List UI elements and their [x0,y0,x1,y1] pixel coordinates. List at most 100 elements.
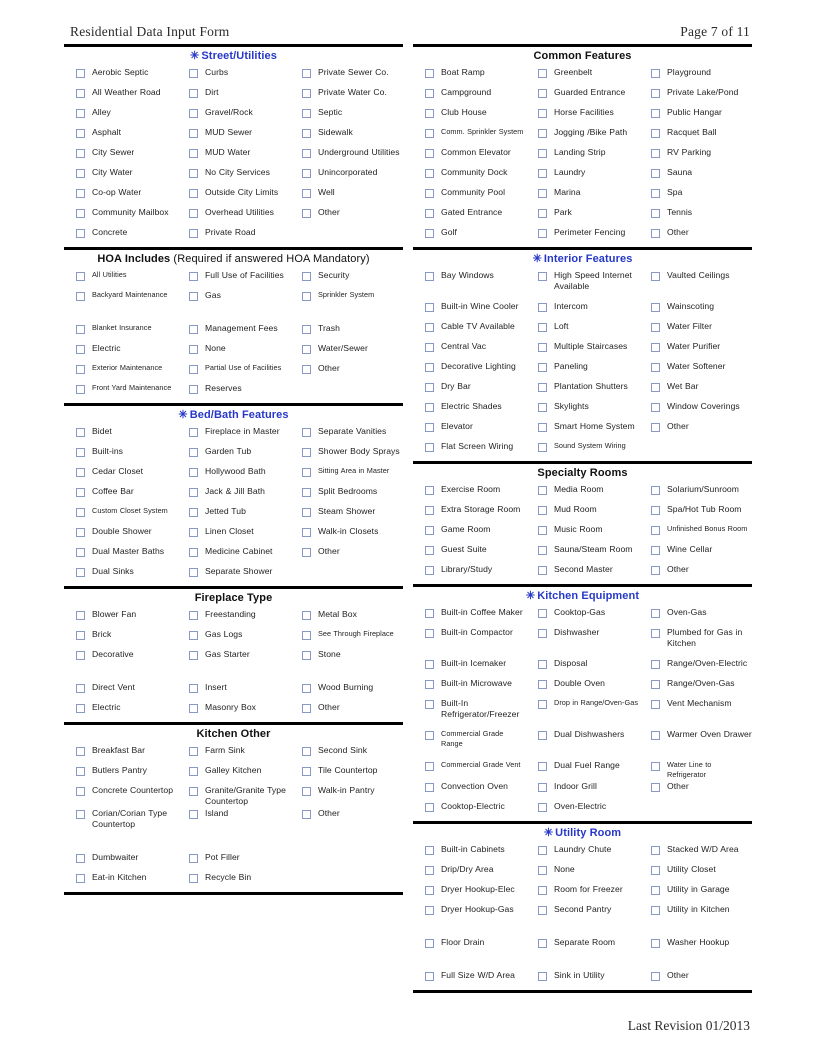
checkbox-icon[interactable] [76,787,85,796]
checkbox-item-guarded-entrance[interactable]: Guarded Entrance [526,85,639,105]
checkbox-item-perimeter-fencing[interactable]: Perimeter Fencing [526,225,639,245]
checkbox-item-washer-hookup[interactable]: Washer Hookup [639,935,752,955]
checkbox-icon[interactable] [651,506,660,515]
checkbox-item-sprinkler-system[interactable]: Sprinkler System [290,288,403,308]
checkbox-icon[interactable] [538,846,547,856]
checkbox-icon[interactable] [302,810,311,820]
checkbox-icon[interactable] [651,846,660,856]
checkbox-icon[interactable] [538,680,547,689]
checkbox-icon[interactable] [189,365,198,374]
checkbox-item-metal-box[interactable]: Metal Box [290,607,403,627]
checkbox-item-other[interactable]: Other [639,779,752,799]
checkbox-icon[interactable] [302,325,311,334]
checkbox-item-gated-entrance[interactable]: Gated Entrance [413,205,526,225]
checkbox-icon[interactable] [76,345,85,354]
checkbox-icon[interactable] [425,423,434,432]
checkbox-item-full-size-w-d-area[interactable]: Full Size W/D Area [413,968,526,988]
checkbox-icon[interactable] [76,428,85,437]
checkbox-icon[interactable] [76,704,85,713]
checkbox-item-other[interactable]: Other [290,700,403,720]
checkbox-icon[interactable] [538,69,547,78]
checkbox-icon[interactable] [425,506,434,515]
checkbox-icon[interactable] [651,303,660,312]
checkbox-item-range-oven-gas[interactable]: Range/Oven-Gas [639,676,752,696]
checkbox-icon[interactable] [189,810,198,820]
checkbox-icon[interactable] [425,486,434,495]
checkbox-icon[interactable] [76,854,85,864]
checkbox-icon[interactable] [538,486,547,495]
checkbox-item-underground-utilities[interactable]: Underground Utilities [290,145,403,165]
checkbox-item-eat-in-kitchen[interactable]: Eat-in Kitchen [64,870,177,890]
checkbox-item-recycle-bin[interactable]: Recycle Bin [177,870,290,890]
checkbox-item-asphalt[interactable]: Asphalt [64,125,177,145]
checkbox-item-electric[interactable]: Electric [64,700,177,720]
checkbox-item-indoor-grill[interactable]: Indoor Grill [526,779,639,799]
checkbox-item-built-in-wine-cooler[interactable]: Built-in Wine Cooler [413,299,526,319]
checkbox-icon[interactable] [189,874,198,884]
checkbox-icon[interactable] [651,363,660,372]
checkbox-icon[interactable] [538,629,547,638]
checkbox-item-separate-vanities[interactable]: Separate Vanities [290,424,403,444]
checkbox-icon[interactable] [189,292,198,301]
checkbox-icon[interactable] [538,209,547,218]
checkbox-item-none[interactable]: None [177,341,290,361]
checkbox-icon[interactable] [302,631,311,640]
checkbox-icon[interactable] [425,660,434,669]
checkbox-item-cooktop-gas[interactable]: Cooktop-Gas [526,605,639,625]
checkbox-icon[interactable] [425,129,434,138]
checkbox-icon[interactable] [425,906,434,916]
checkbox-item-masonry-box[interactable]: Masonry Box [177,700,290,720]
checkbox-icon[interactable] [302,488,311,497]
checkbox-icon[interactable] [425,209,434,218]
checkbox-icon[interactable] [425,866,434,876]
checkbox-icon[interactable] [538,566,547,575]
checkbox-item-greenbelt[interactable]: Greenbelt [526,65,639,85]
checkbox-icon[interactable] [538,731,547,740]
checkbox-icon[interactable] [651,886,660,896]
checkbox-item-library-study[interactable]: Library/Study [413,562,526,582]
checkbox-item-curbs[interactable]: Curbs [177,65,290,85]
checkbox-icon[interactable] [651,383,660,392]
checkbox-item-dual-dishwashers[interactable]: Dual Dishwashers [526,727,639,758]
checkbox-item-steam-shower[interactable]: Steam Shower [290,504,403,524]
checkbox-item-built-in-compactor[interactable]: Built-in Compactor [413,625,526,656]
checkbox-item-split-bedrooms[interactable]: Split Bedrooms [290,484,403,504]
checkbox-item-sauna[interactable]: Sauna [639,165,752,185]
checkbox-icon[interactable] [538,546,547,555]
checkbox-item-stacked-w-d-area[interactable]: Stacked W/D Area [639,842,752,862]
checkbox-item-other[interactable]: Other [639,225,752,245]
checkbox-item-central-vac[interactable]: Central Vac [413,339,526,359]
checkbox-icon[interactable] [651,89,660,98]
checkbox-icon[interactable] [76,810,85,820]
checkbox-icon[interactable] [189,325,198,334]
checkbox-icon[interactable] [189,631,198,640]
checkbox-item-wet-bar[interactable]: Wet Bar [639,379,752,399]
checkbox-item-vent-mechanism[interactable]: Vent Mechanism [639,696,752,727]
checkbox-item-utility-in-kitchen[interactable]: Utility in Kitchen [639,902,752,922]
checkbox-item-sound-system-wiring[interactable]: Sound System Wiring [526,439,639,459]
checkbox-item-built-in-icemaker[interactable]: Built-in Icemaker [413,656,526,676]
checkbox-icon[interactable] [651,660,660,669]
checkbox-icon[interactable] [76,631,85,640]
checkbox-icon[interactable] [538,939,547,949]
checkbox-icon[interactable] [302,448,311,457]
checkbox-icon[interactable] [76,385,85,394]
checkbox-item-other[interactable]: Other [639,562,752,582]
checkbox-icon[interactable] [425,846,434,856]
checkbox-item-sink-in-utility[interactable]: Sink in Utility [526,968,639,988]
checkbox-item-spa[interactable]: Spa [639,185,752,205]
checkbox-item-other[interactable]: Other [639,968,752,988]
checkbox-item-mud-water[interactable]: MUD Water [177,145,290,165]
checkbox-icon[interactable] [76,69,85,78]
checkbox-item-other[interactable]: Other [639,419,752,439]
checkbox-icon[interactable] [651,629,660,638]
checkbox-item-full-use-of-facilities[interactable]: Full Use of Facilities [177,268,290,288]
checkbox-item-music-room[interactable]: Music Room [526,522,639,542]
checkbox-item-sitting-area-in-master[interactable]: Sitting Area in Master [290,464,403,484]
checkbox-icon[interactable] [538,886,547,896]
checkbox-item-drip-dry-area[interactable]: Drip/Dry Area [413,862,526,882]
checkbox-icon[interactable] [189,508,198,517]
checkbox-icon[interactable] [651,149,660,158]
checkbox-icon[interactable] [425,762,434,771]
checkbox-icon[interactable] [76,149,85,158]
